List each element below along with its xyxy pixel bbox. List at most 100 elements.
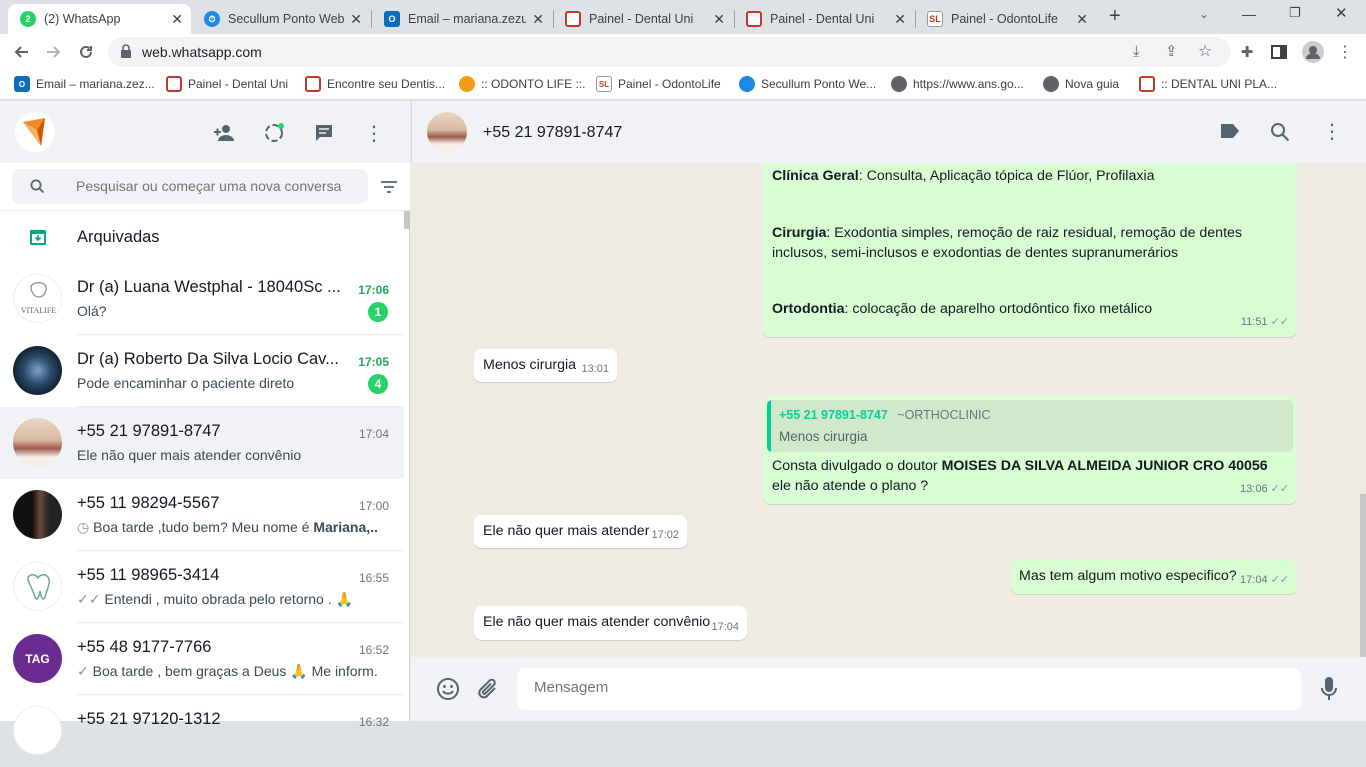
bookmark-star-icon[interactable]: ☆ — [1198, 41, 1212, 61]
bookmark-item[interactable]: O Email – mariana.zez... — [14, 76, 155, 92]
contact-avatar[interactable] — [427, 112, 467, 152]
avatar — [13, 562, 62, 611]
new-tab-button[interactable]: + — [1109, 5, 1121, 28]
secullum-icon: ⏱ — [204, 11, 220, 27]
profile-avatar[interactable] — [15, 112, 55, 152]
tab-secullum[interactable]: ⏱ Secullum Ponto Web - ✕ — [192, 4, 370, 34]
install-app-icon[interactable]: ⤓ — [1133, 43, 1140, 60]
tab-title: Secullum Ponto Web - — [228, 12, 346, 26]
emoji-icon[interactable] — [436, 677, 460, 706]
chat-name: +55 48 9177-7766 — [77, 638, 212, 656]
chat-time: 17:06 — [358, 283, 389, 297]
restore-icon[interactable]: ❐ — [1289, 5, 1301, 21]
double-check-icon: ✓✓ — [1270, 573, 1289, 586]
message-outgoing[interactable]: Mas tem algum motivo especifico? 17:04 ✓✓ — [1011, 560, 1297, 594]
tab-dentaluni-1[interactable]: Painel - Dental Uni ✕ — [553, 4, 733, 34]
message-outgoing-reply[interactable]: +55 21 97891-8747 ~ORTHOCLINIC Menos cir… — [763, 396, 1297, 504]
new-contact-icon[interactable] — [212, 121, 236, 145]
chat-list-item-selected[interactable]: +55 21 97891-8747 17:04 Ele não quer mai… — [0, 407, 404, 479]
reload-icon[interactable] — [75, 41, 97, 63]
message-text: Ele não quer mais atender — [483, 523, 650, 539]
quote-pushname: ~ORTHOCLINIC — [897, 408, 991, 422]
profile-avatar-icon[interactable] — [1302, 41, 1324, 63]
close-tab-icon[interactable]: ✕ — [350, 11, 362, 28]
label-icon[interactable] — [1220, 123, 1240, 144]
quoted-message[interactable]: +55 21 97891-8747 ~ORTHOCLINIC Menos cir… — [767, 400, 1293, 452]
status-icon[interactable] — [262, 121, 286, 145]
conversation-menu-icon[interactable]: ⋮ — [1322, 119, 1342, 144]
chat-time: 16:32 — [358, 715, 389, 729]
back-icon[interactable] — [10, 41, 32, 63]
microphone-icon[interactable] — [1320, 676, 1338, 707]
side-panel-icon[interactable] — [1268, 41, 1290, 63]
close-tab-icon[interactable]: ✕ — [171, 11, 183, 28]
message-incoming[interactable]: Ele não quer mais atender convênio 17:04 — [474, 606, 747, 640]
chat-name: Dr (a) Luana Westphal - 18040Sc ... — [77, 278, 341, 296]
browser-menu-icon[interactable]: ⋮ — [1334, 41, 1356, 63]
search-messages-icon[interactable] — [1270, 122, 1290, 147]
attach-icon[interactable] — [477, 677, 499, 706]
message-text: Menos cirurgia — [483, 357, 577, 373]
tab-title: Email – mariana.zezuir — [408, 12, 526, 26]
tab-odontolife[interactable]: SL Painel - OdontoLife ✕ — [915, 4, 1096, 34]
extensions-icon[interactable]: ✚ — [1236, 41, 1258, 63]
archived-row[interactable]: Arquivadas — [0, 211, 404, 263]
search-box[interactable] — [12, 169, 368, 204]
filter-icon[interactable] — [380, 180, 398, 199]
chat-last-message: ◷ Boa tarde ,tudo bem? Meu nome é Marian… — [77, 519, 377, 536]
lock-icon[interactable] — [120, 44, 132, 63]
chat-list-item[interactable]: TAG +55 48 9177-7766 16:52 ✓ Boa tarde ,… — [0, 623, 404, 695]
close-window-icon[interactable]: ✕ — [1335, 4, 1348, 22]
message-outgoing[interactable]: Clínica Geral: Consulta, Aplicação tópic… — [763, 163, 1297, 337]
contact-name[interactable]: +55 21 97891-8747 — [483, 124, 622, 142]
chat-list-scrollbar[interactable] — [404, 211, 410, 229]
close-tab-icon[interactable]: ✕ — [713, 11, 725, 28]
bookmark-item[interactable]: SL Painel - OdontoLife — [596, 76, 721, 92]
odontolife-icon — [459, 76, 475, 92]
bookmark-item[interactable]: :: ODONTO LIFE ::. — [459, 76, 585, 92]
bookmark-item[interactable]: https://www.ans.go... — [891, 76, 1024, 92]
double-check-icon: ✓✓ — [1270, 482, 1289, 495]
tab-search-icon[interactable]: ⌄ — [1199, 7, 1209, 21]
dentaluni-icon — [1139, 76, 1155, 92]
close-tab-icon[interactable]: ✕ — [532, 11, 544, 28]
message-input[interactable] — [534, 679, 1234, 696]
minimize-icon[interactable]: — — [1242, 6, 1256, 22]
message-meta: 13:06 ✓✓ — [1240, 480, 1289, 500]
address-bar[interactable]: web.whatsapp.com ⤓ ⇪ ☆ — [108, 37, 1231, 67]
chat-list-item[interactable]: +55 11 98294-5567 17:00 ◷ Boa tarde ,tud… — [0, 479, 404, 551]
forward-icon[interactable] — [43, 41, 65, 63]
close-tab-icon[interactable]: ✕ — [1076, 11, 1088, 28]
tab-email[interactable]: O Email – mariana.zezuir ✕ — [372, 4, 552, 34]
message-scrollbar[interactable] — [1360, 494, 1366, 659]
message-incoming[interactable]: Ele não quer mais atender 17:02 — [474, 515, 687, 548]
share-icon[interactable]: ⇪ — [1165, 42, 1178, 60]
sidebar-header: ⋮ — [0, 101, 410, 163]
close-tab-icon[interactable]: ✕ — [894, 11, 906, 28]
bookmark-item[interactable]: Secullum Ponto We... — [739, 76, 876, 92]
bold-text: Ortodontia — [772, 301, 845, 317]
bookmark-item[interactable]: Encontre seu Dentis... — [305, 76, 445, 92]
chat-list-item[interactable]: +55 21 97120-1312 16:32 — [0, 695, 404, 767]
double-check-icon: ✓✓ — [1270, 315, 1289, 328]
conversation-header[interactable]: +55 21 97891-8747 ⋮ — [411, 101, 1366, 163]
chat-time: 17:04 — [358, 427, 389, 441]
message-input-box[interactable] — [517, 668, 1301, 710]
new-chat-icon[interactable] — [312, 121, 336, 145]
bookmark-item[interactable]: Nova guia — [1043, 76, 1119, 92]
tab-whatsapp[interactable]: 2 (2) WhatsApp ✕ — [8, 4, 191, 34]
search-input[interactable] — [76, 178, 356, 194]
message-incoming[interactable]: Menos cirurgia 13:01 — [474, 349, 617, 382]
bookmark-item[interactable]: :: DENTAL UNI PLA... — [1139, 76, 1277, 92]
message-text: Consta divulgado o doutor — [772, 458, 942, 474]
search-row — [0, 163, 410, 211]
message-text: Mas tem algum motivo especifico? — [1019, 568, 1237, 584]
tab-dentaluni-2[interactable]: Painel - Dental Uni ✕ — [734, 4, 914, 34]
sidebar-menu-icon[interactable]: ⋮ — [362, 121, 386, 145]
bookmark-item[interactable]: Painel - Dental Uni — [166, 76, 288, 92]
chat-list-item[interactable]: Dr (a) Roberto Da Silva Locio Cav... 17:… — [0, 335, 404, 407]
chat-list-item[interactable]: +55 11 98965-3414 16:55 ✓✓ Entendi , mui… — [0, 551, 404, 623]
search-icon — [30, 179, 45, 199]
browser-tab-bar: 2 (2) WhatsApp ✕ ⏱ Secullum Ponto Web - … — [0, 0, 1366, 34]
chat-list-item[interactable]: VITALIFE Dr (a) Luana Westphal - 18040Sc… — [0, 263, 404, 335]
